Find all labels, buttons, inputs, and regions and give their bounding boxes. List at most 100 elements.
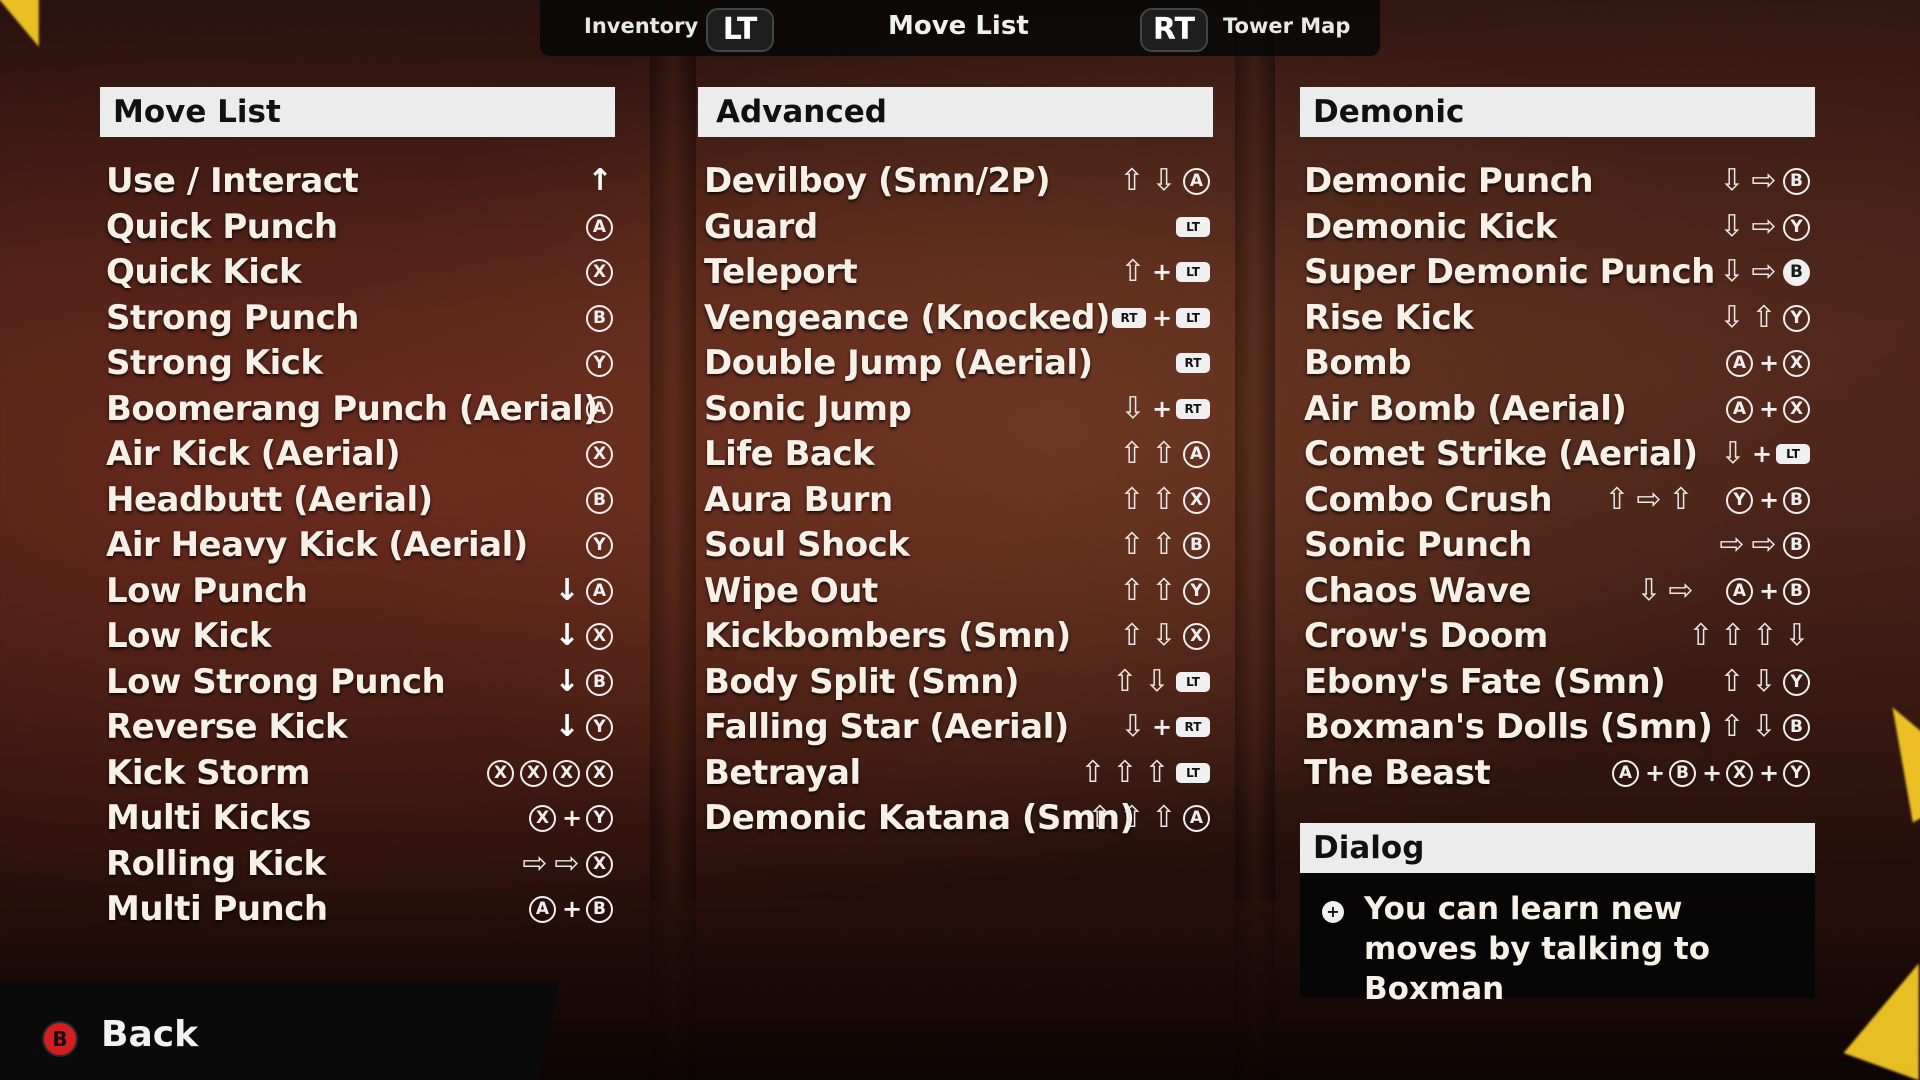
move-input-combo: ⇩ ⇨ B xyxy=(1719,164,1810,198)
move-row: Kickbombers (Smn) ⇧ ⇩ X xyxy=(704,614,1210,658)
down-arrow-icon: ↓ xyxy=(554,618,580,653)
y-button-icon: Y xyxy=(1783,304,1810,332)
input-group: A + B xyxy=(1726,577,1810,605)
input-group: ⇩ + RT xyxy=(1120,710,1210,744)
input-group: ↓ B xyxy=(554,665,613,699)
move-name: Betrayal xyxy=(704,753,861,793)
up-arrow-icon: ⇧ xyxy=(1751,300,1777,335)
move-name: Air Kick (Aerial) xyxy=(106,434,401,474)
move-name: Chaos Wave xyxy=(1304,571,1532,611)
up-arrow-icon: ⇧ xyxy=(1719,709,1745,744)
move-input-combo: ⇧ ⇨ ⇧ Y + B xyxy=(1604,483,1810,517)
move-input-combo: A xyxy=(586,210,613,244)
input-group: A xyxy=(586,213,613,241)
tower-map-tab-label[interactable]: Tower Map xyxy=(1223,14,1350,38)
y-button-icon: Y xyxy=(1783,213,1810,241)
a-button-icon: A xyxy=(1183,804,1210,832)
dialog-panel: + You can learn new moves by talking to … xyxy=(1300,873,1815,1007)
lt-trigger-icon[interactable]: LT xyxy=(706,8,774,52)
right-arrow-icon: ⇨ xyxy=(1751,209,1777,244)
up-arrow-icon: ↑ xyxy=(587,163,613,198)
move-row: Low Strong Punch ↓ B xyxy=(106,660,613,704)
input-group: ⇧ ⇧ Y xyxy=(1119,574,1210,608)
up-arrow-icon: ⇧ xyxy=(1151,573,1177,608)
move-row: Headbutt (Aerial) B xyxy=(106,478,613,522)
a-button-icon: A xyxy=(529,895,556,923)
b-button-icon: B xyxy=(1783,531,1810,559)
input-group: Y + B xyxy=(1726,486,1810,514)
move-row: Comet Strike (Aerial) ⇩ + LT xyxy=(1304,432,1810,476)
up-arrow-icon: ⇧ xyxy=(1720,618,1746,653)
move-name: Double Jump (Aerial) xyxy=(704,343,1093,383)
b-button-icon: B xyxy=(1783,577,1810,605)
input-group: ⇨ ⇨ B xyxy=(1719,528,1810,562)
up-arrow-icon: ⇧ xyxy=(1119,618,1145,653)
move-row: Chaos Wave ⇩ ⇨ A + B xyxy=(1304,569,1810,613)
up-arrow-icon: ⇧ xyxy=(1119,163,1145,198)
up-arrow-icon: ⇧ xyxy=(1151,527,1177,562)
dialog-message: You can learn new moves by talking to Bo… xyxy=(1364,891,1711,1007)
move-input-combo: ↓ A xyxy=(554,574,613,608)
move-input-combo: ⇧ ⇧ ⇧ LT xyxy=(1080,756,1210,790)
move-name: Reverse Kick xyxy=(106,707,348,747)
b-button-icon[interactable]: B xyxy=(42,1021,78,1057)
up-arrow-icon: ⇧ xyxy=(1604,482,1630,517)
up-arrow-icon: ⇧ xyxy=(1119,573,1145,608)
move-input-combo: A + X xyxy=(1726,392,1810,426)
plus-icon: + xyxy=(1702,759,1723,787)
rt-trigger-icon: RT xyxy=(1176,399,1210,419)
move-input-combo: A + X xyxy=(1726,346,1810,380)
up-arrow-icon: ⇧ xyxy=(1668,482,1694,517)
move-row: Demonic Katana (Smn) ⇧ ⇧ ⇧ A xyxy=(704,796,1210,840)
a-button-icon: A xyxy=(1183,440,1210,468)
move-name: Quick Punch xyxy=(106,207,338,247)
a-button-icon: A xyxy=(1726,395,1753,423)
down-arrow-icon: ⇩ xyxy=(1751,664,1777,699)
move-input-combo: ⇧ ⇧ X xyxy=(1119,483,1210,517)
move-input-combo: ⇧ ⇧ ⇧ ⇩ xyxy=(1688,619,1810,653)
input-group: A + X xyxy=(1726,349,1810,377)
y-button-icon: Y xyxy=(1783,759,1810,787)
move-name: Devilboy (Smn/2P) xyxy=(704,161,1051,201)
move-input-combo: LT xyxy=(1176,210,1210,244)
inventory-tab-label[interactable]: Inventory xyxy=(584,14,698,38)
move-row: Betrayal ⇧ ⇧ ⇧ LT xyxy=(704,751,1210,795)
lt-trigger-icon: LT xyxy=(1176,672,1210,692)
down-arrow-icon: ⇩ xyxy=(1120,709,1146,744)
x-button-icon: X xyxy=(1783,395,1810,423)
down-arrow-icon: ⇩ xyxy=(1784,618,1810,653)
move-name: Vengeance (Knocked) xyxy=(704,298,1111,338)
move-input-combo: ⇧ ⇧ B xyxy=(1119,528,1210,562)
y-button-icon: Y xyxy=(586,713,613,741)
plus-icon: + xyxy=(1152,304,1173,332)
input-group: ⇧ ⇩ LT xyxy=(1112,665,1210,699)
down-arrow-icon: ⇩ xyxy=(1719,254,1745,289)
up-arrow-icon: ⇧ xyxy=(1112,664,1138,699)
move-input-combo: A + B + X + Y xyxy=(1612,756,1810,790)
move-input-combo: ↑ xyxy=(587,164,613,198)
x-button-icon: X xyxy=(1783,349,1810,377)
up-arrow-icon: ⇧ xyxy=(1119,527,1145,562)
move-input-combo: A xyxy=(586,392,613,426)
move-name: Aura Burn xyxy=(704,480,893,520)
move-row: Guard LT xyxy=(704,205,1210,249)
move-name: Body Split (Smn) xyxy=(704,662,1020,702)
plus-icon: + xyxy=(1152,395,1173,423)
move-input-combo: ⇧ ⇧ A xyxy=(1119,437,1210,471)
move-row: Vengeance (Knocked) RT + LT xyxy=(704,296,1210,340)
input-group: ⇧ ⇧ ⇧ A xyxy=(1087,801,1210,835)
move-name: Air Heavy Kick (Aerial) xyxy=(106,525,528,565)
demonic-column-header: Demonic xyxy=(1300,87,1815,137)
right-arrow-icon: ⇨ xyxy=(554,846,580,881)
back-button[interactable]: Back xyxy=(101,1014,198,1055)
move-row: Low Kick ↓ X xyxy=(106,614,613,658)
move-input-combo: X xyxy=(586,255,613,289)
move-name: Demonic Kick xyxy=(1304,207,1557,247)
input-group: LT xyxy=(1176,217,1210,237)
move-name: The Beast xyxy=(1304,753,1491,793)
move-name: Sonic Jump xyxy=(704,389,912,429)
b-button-icon: B xyxy=(586,895,613,923)
rt-trigger-icon[interactable]: RT xyxy=(1140,8,1208,52)
up-arrow-icon: ⇧ xyxy=(1752,618,1778,653)
move-name: Strong Punch xyxy=(106,298,359,338)
